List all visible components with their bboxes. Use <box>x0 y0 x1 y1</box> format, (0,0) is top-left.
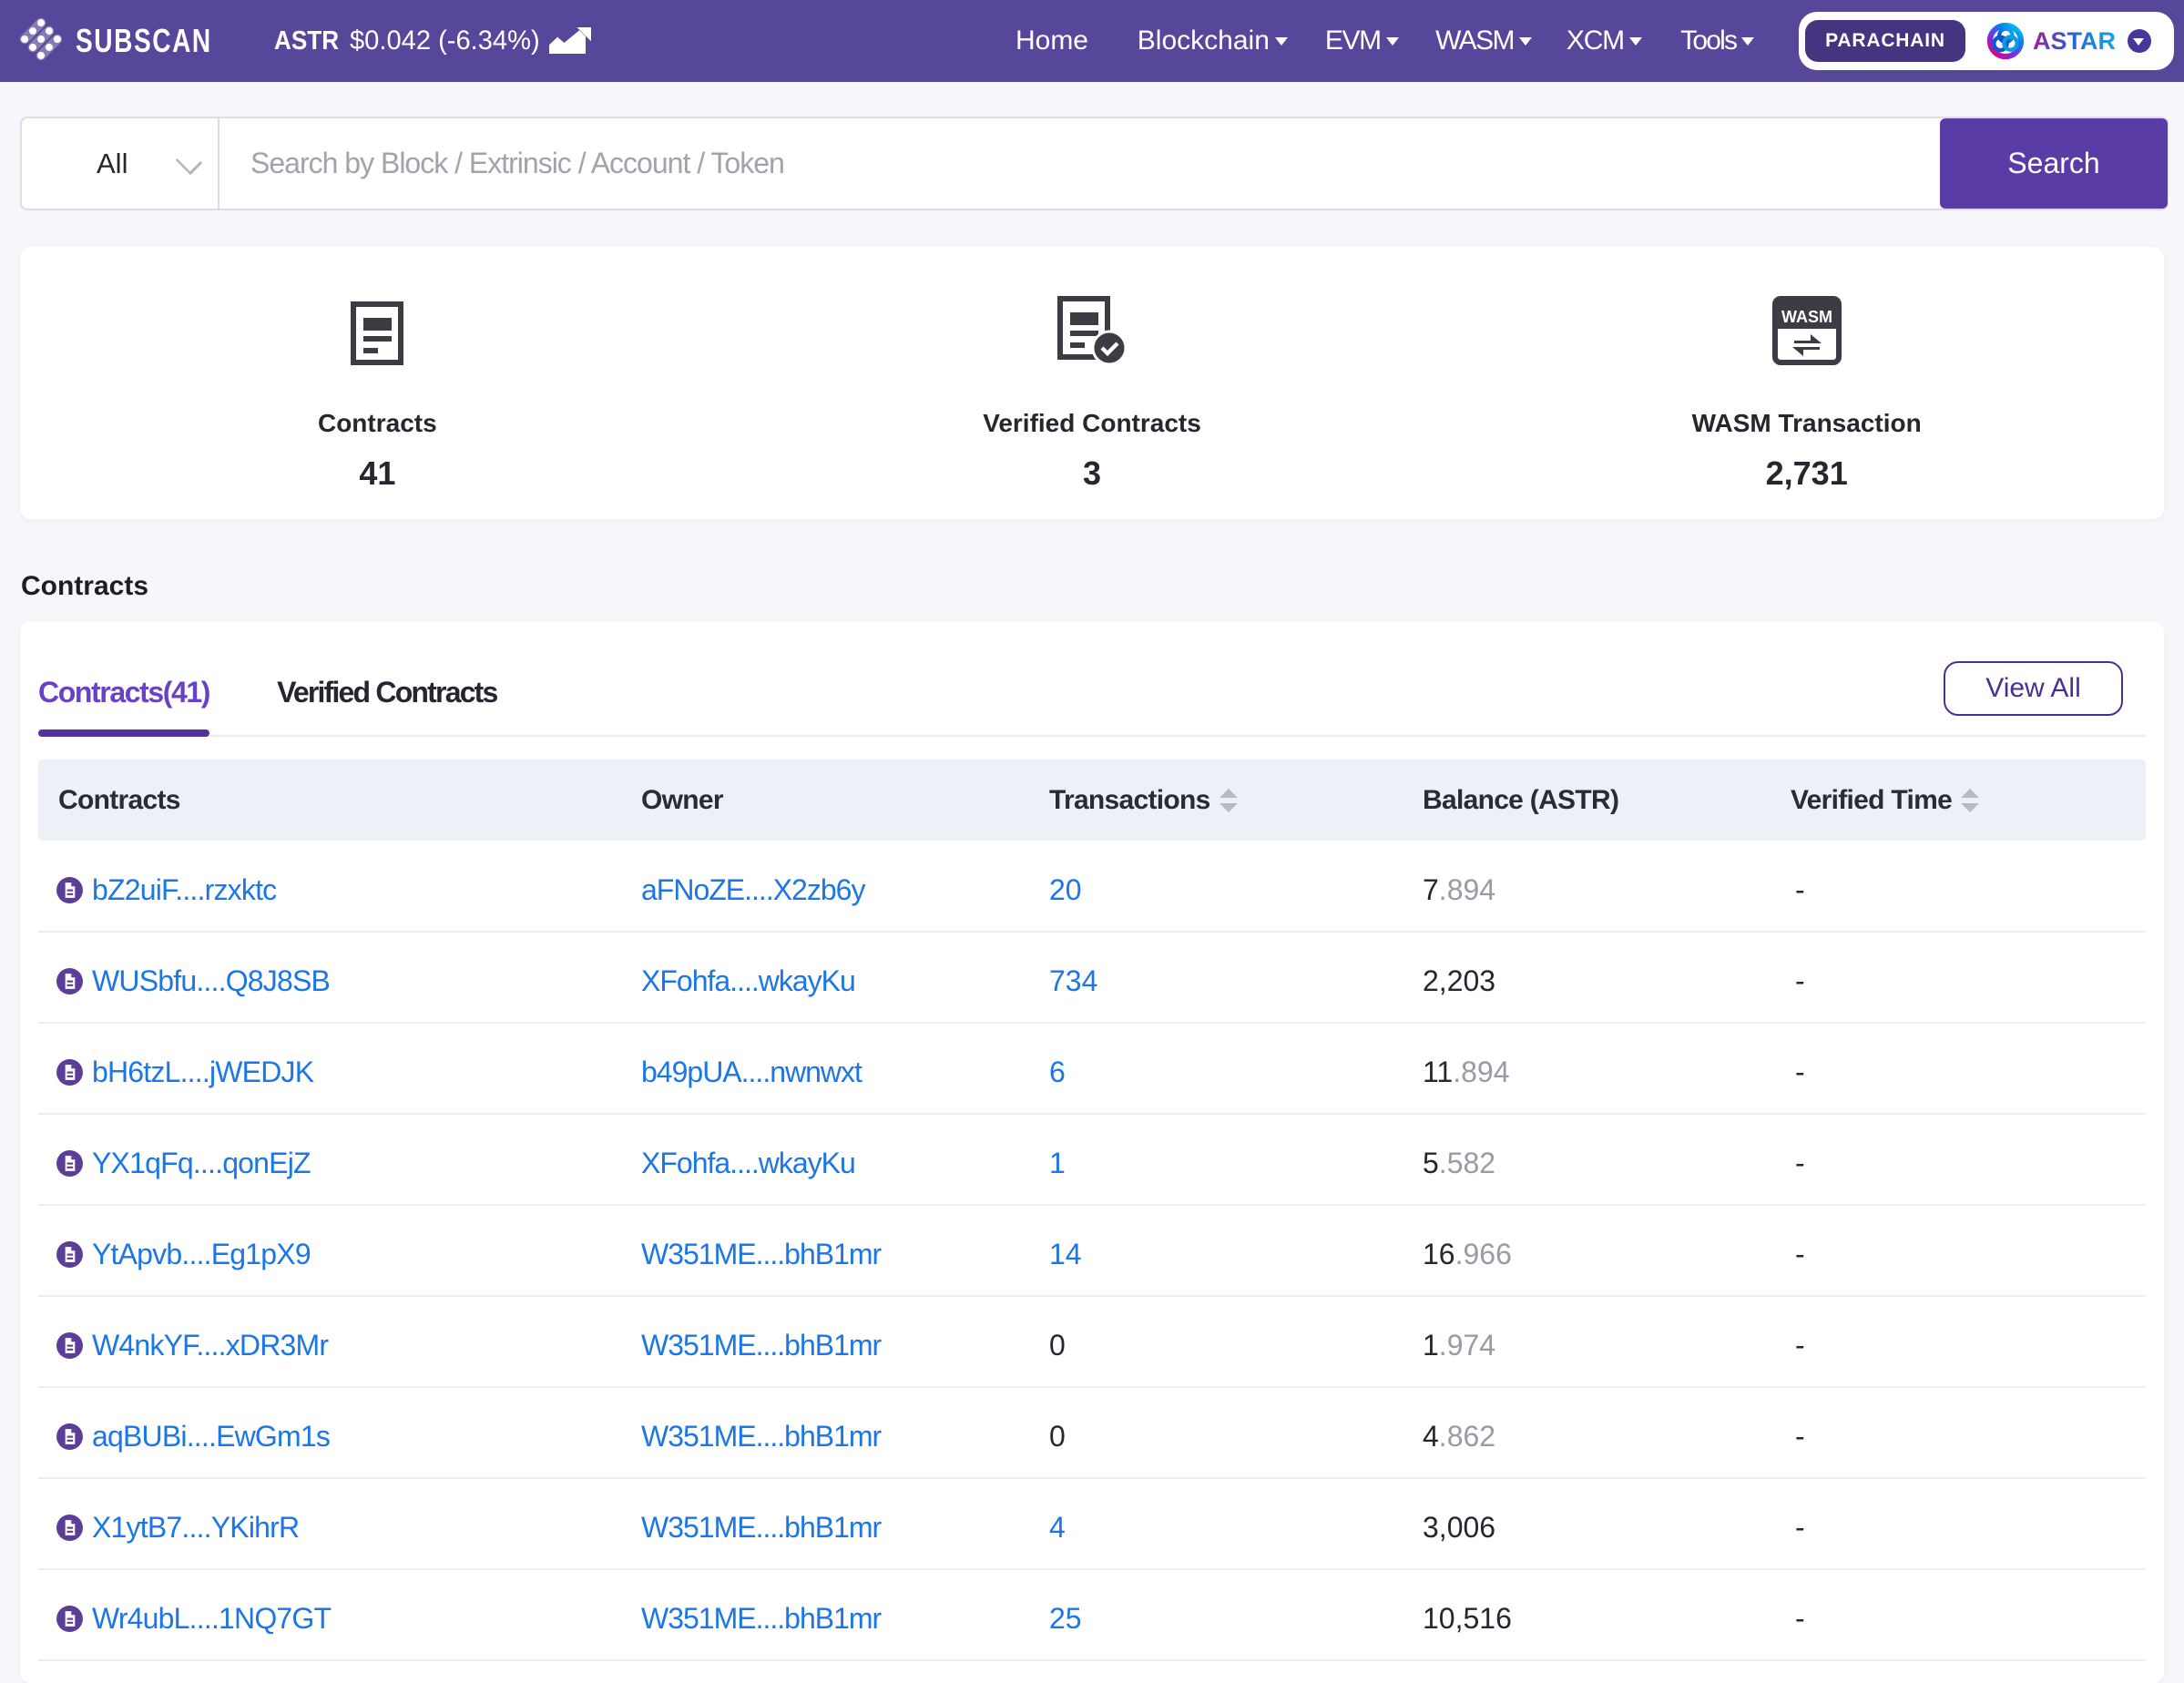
svg-text:WASM: WASM <box>1781 308 1832 326</box>
